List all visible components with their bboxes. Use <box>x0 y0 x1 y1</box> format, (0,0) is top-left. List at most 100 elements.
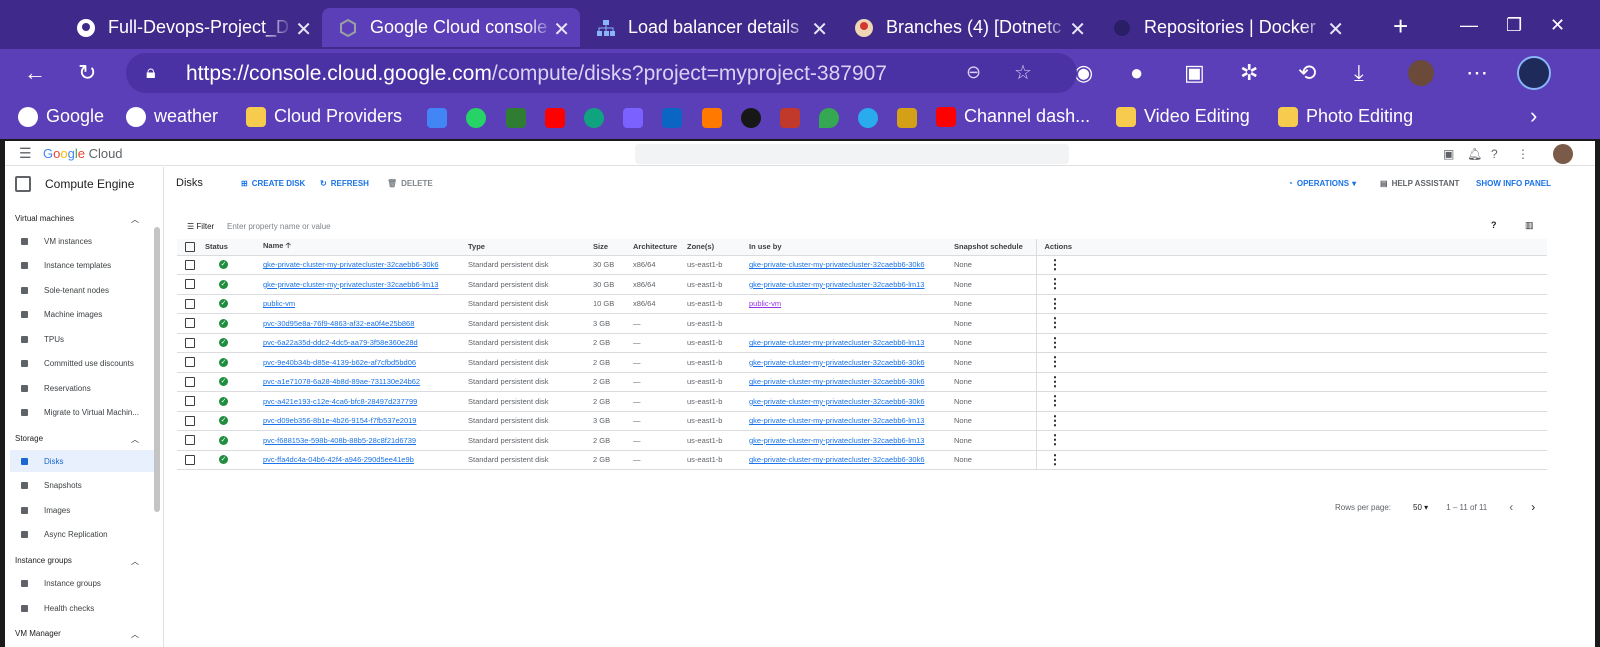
refresh-button[interactable]: ↻ REFRESH <box>320 179 369 188</box>
col-size[interactable]: Size <box>593 239 627 256</box>
more-actions-icon[interactable]: ⋮ <box>1037 315 1062 330</box>
bookmark-app-icon[interactable] <box>897 108 917 128</box>
col-type[interactable]: Type <box>468 239 593 256</box>
row-checkbox[interactable] <box>185 454 195 465</box>
bookmark-photo-editing[interactable]: Photo Editing <box>1278 106 1413 127</box>
row-checkbox[interactable] <box>185 396 195 407</box>
row-checkbox[interactable] <box>185 415 195 426</box>
row-checkbox[interactable] <box>185 376 195 387</box>
close-tab-icon[interactable]: ✕ <box>811 17 828 42</box>
sidebar-item-tpus[interactable]: TPUs <box>10 328 156 350</box>
disk-name-link[interactable]: gke-private-cluster-my-privatecluster-32… <box>263 260 439 269</box>
more-actions-icon[interactable]: ⋮ <box>1037 354 1062 369</box>
tab-jenkins[interactable]: Branches (4) [Dotnetc ✕ <box>838 8 1096 47</box>
sidebar-item-vm-instances[interactable]: VM instances <box>10 230 156 252</box>
col-zones[interactable]: Zone(s) <box>687 239 749 256</box>
in-use-by-link[interactable]: gke-private-cluster-my-privatecluster-32… <box>749 377 925 386</box>
more-actions-icon[interactable]: ⋮ <box>1037 393 1062 408</box>
in-use-by-link[interactable]: gke-private-cluster-my-privatecluster-32… <box>749 358 925 367</box>
whatsapp-icon[interactable] <box>466 108 486 128</box>
in-use-by-link[interactable]: gke-private-cluster-my-privatecluster-32… <box>749 338 924 347</box>
more-actions-icon[interactable]: ⋮ <box>1037 296 1062 311</box>
disk-name-link[interactable]: public-vm <box>263 299 295 308</box>
section-virtual-machines[interactable]: Virtual machines ︿ <box>15 214 139 225</box>
bookmark-channel-dash[interactable]: Channel dash... <box>936 106 1090 127</box>
close-tab-icon[interactable]: ✕ <box>295 17 312 42</box>
address-bar[interactable]: 🔒︎ https://console.cloud.google.com/comp… <box>126 53 1077 93</box>
sidebar-item-migrate[interactable]: Migrate to Virtual Machin... <box>10 401 156 423</box>
prev-page-icon[interactable]: ‹ <box>1509 500 1513 514</box>
in-use-by-link[interactable]: gke-private-cluster-my-privatecluster-32… <box>749 260 925 269</box>
disk-name-link[interactable]: pvc-9e40b34b-d85e-4139-b62e-af7cfbd5bd06 <box>263 358 416 367</box>
in-use-by-link[interactable]: gke-private-cluster-my-privatecluster-32… <box>749 455 925 464</box>
filter-label[interactable]: ☰ Filter <box>187 222 214 231</box>
table-row[interactable]: ✓ pvc-6a22a35d-ddc2-4dc5-aa79-3f58e360e28… <box>177 333 1547 353</box>
history-icon[interactable]: ⟲ <box>1298 61 1316 85</box>
col-name[interactable]: Name 🡡 <box>263 239 468 256</box>
chatgpt-icon[interactable] <box>584 108 604 128</box>
sidebar-item-sole-tenant-nodes[interactable]: Sole-tenant nodes <box>10 279 156 301</box>
new-tab-icon[interactable]: + <box>1393 11 1408 42</box>
sidebar-item-reservations[interactable]: Reservations <box>10 377 156 399</box>
table-row[interactable]: ✓ pvc-30d95e8a-76f9-4863-af32-ea0f4e25b86… <box>177 313 1547 334</box>
chevron-right-icon[interactable]: › <box>1530 104 1537 128</box>
col-architecture[interactable]: Architecture <box>627 239 687 256</box>
sidebar-item-instance-groups[interactable]: Instance groups <box>10 572 156 594</box>
table-row[interactable]: ✓ public-vm Standard persistent disk 10 GB x… <box>177 294 1547 314</box>
sidebar-item-images[interactable]: Images <box>10 499 156 521</box>
sidebar-item-disks[interactable]: Disks <box>10 450 156 472</box>
more-actions-icon[interactable]: ⋮ <box>1037 452 1062 467</box>
more-actions-icon[interactable]: ⋮ <box>1037 413 1062 428</box>
bookmark-video-editing[interactable]: Video Editing <box>1116 106 1250 127</box>
more-actions-icon[interactable]: ⋮ <box>1037 276 1062 291</box>
restore-icon[interactable]: ❐ <box>1506 15 1522 36</box>
more-actions-icon[interactable]: ⋮ <box>1037 374 1062 389</box>
table-row[interactable]: ✓ pvc-d09eb356-8b1e-4b26-9154-f7fb537e201… <box>177 411 1547 431</box>
close-tab-icon[interactable]: ✕ <box>1069 17 1086 42</box>
row-checkbox[interactable] <box>185 357 195 368</box>
sidebar-item-snapshots[interactable]: Snapshots <box>10 474 156 496</box>
row-checkbox[interactable] <box>185 318 195 329</box>
section-instance-groups[interactable]: Instance groups ︿ <box>15 556 139 567</box>
delete-button[interactable]: 🗑︎ DELETE <box>387 179 433 188</box>
section-vm-manager[interactable]: VM Manager ︿ <box>15 629 139 640</box>
in-use-by-link[interactable]: gke-private-cluster-my-privatecluster-32… <box>749 436 924 445</box>
table-row[interactable]: ✓ pvc-a421e193-c12e-4ca6-bfc8-28497d23779… <box>177 391 1547 412</box>
help-icon[interactable]: ? <box>1491 147 1498 161</box>
bookmark-app-icon[interactable] <box>506 108 526 128</box>
row-checkbox[interactable] <box>185 259 195 270</box>
in-use-by-link[interactable]: public-vm <box>749 299 781 308</box>
help-icon[interactable]: ? <box>1491 220 1497 230</box>
disk-name-link[interactable]: gke-private-cluster-my-privatecluster-32… <box>263 280 438 289</box>
sidebar-item-async-replication[interactable]: Async Replication <box>10 523 156 545</box>
sidebar-item-committed-use[interactable]: Committed use discounts <box>10 352 156 374</box>
show-info-panel-button[interactable]: SHOW INFO PANEL <box>1476 179 1551 188</box>
extension-icon[interactable]: ● <box>1130 61 1143 85</box>
gemini-icon[interactable] <box>623 108 643 128</box>
zoom-icon[interactable]: ⊖ <box>966 62 981 83</box>
section-storage[interactable]: Storage ︿ <box>15 434 139 445</box>
sidebar-item-instance-templates[interactable]: Instance templates <box>10 254 156 276</box>
youtube-icon[interactable] <box>545 108 565 128</box>
table-row[interactable]: ✓ pvc-9e40b34b-d85e-4139-b62e-af7cfbd5bd0… <box>177 352 1547 373</box>
table-row[interactable]: ✓ pvc-a1e71078-6a28-4b8d-89ae-731130e24b6… <box>177 372 1547 392</box>
col-snapshot-schedule[interactable]: Snapshot schedule <box>954 239 1037 256</box>
disk-name-link[interactable]: pvc-30d95e8a-76f9-4863-af32-ea0f4e25b868 <box>263 319 414 328</box>
tab-load-balancer[interactable]: Load balancer details ✕ <box>580 8 838 47</box>
filter-input[interactable]: Enter property name or value <box>227 222 331 231</box>
sidebar-item-machine-images[interactable]: Machine images <box>10 303 156 325</box>
reload-icon[interactable]: ↻ <box>78 61 96 85</box>
disk-name-link[interactable]: pvc-a421e193-c12e-4ca6-bfc8-28497d237799 <box>263 397 417 406</box>
sidebar-item-health-checks[interactable]: Health checks <box>10 597 156 619</box>
sidebar-scrollbar[interactable] <box>154 227 160 512</box>
tab-google-cloud[interactable]: Google Cloud console ✕ <box>322 8 580 47</box>
row-checkbox[interactable] <box>185 279 195 290</box>
console-search-input[interactable] <box>635 144 1069 164</box>
more-actions-icon[interactable]: ⋮ <box>1037 335 1062 350</box>
tab-docker[interactable]: Repositories | Docker ✕ <box>1096 8 1354 47</box>
more-actions-icon[interactable]: ⋮ <box>1037 432 1062 447</box>
operations-button[interactable]: ◔ OPERATIONS ▾ <box>1288 179 1356 188</box>
favorite-star-icon[interactable]: ☆ <box>1014 60 1032 85</box>
close-tab-icon[interactable]: ✕ <box>553 17 570 42</box>
table-row[interactable]: ✓ pvc-ffa4dc4a-04b6-42f4-a946-290d5ee41e9… <box>177 450 1547 470</box>
